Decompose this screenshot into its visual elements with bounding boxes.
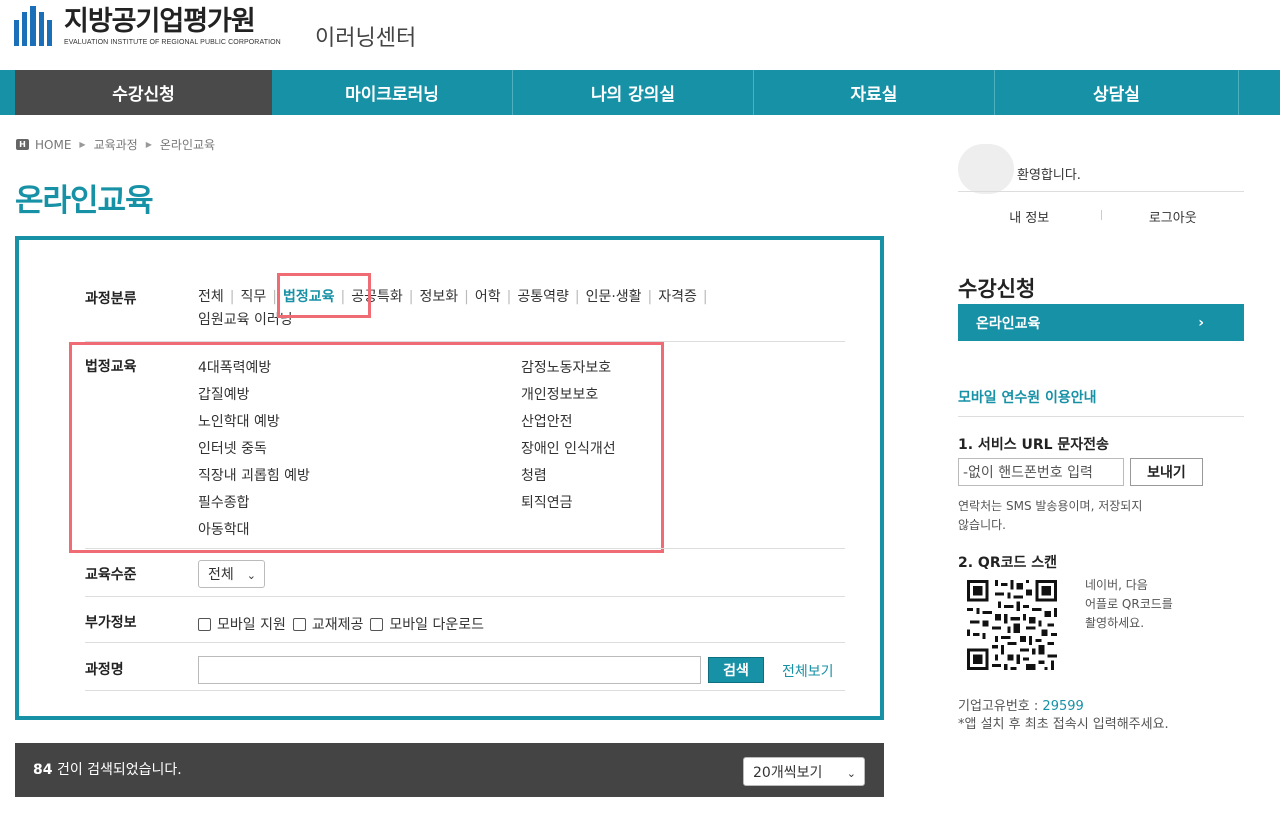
logo-title: 지방공기업평가원 xyxy=(64,6,256,37)
sms-note-line: 연락처는 SMS 발송용이며, 저장되지 xyxy=(958,499,1143,513)
extra-info-label: 부가정보 xyxy=(85,615,137,631)
level-label: 교육수준 xyxy=(85,567,137,583)
course-name-input[interactable] xyxy=(198,656,701,684)
page-size-select[interactable]: 20개씩보기 ⌄ xyxy=(743,757,865,786)
level-select[interactable]: 전체 ⌄ xyxy=(198,560,265,588)
sidebar-item-online[interactable]: 온라인교육 › xyxy=(958,304,1244,341)
site-logo[interactable]: 지방공기업평가원 EVALUATION INSTITUTE OF REGIONA… xyxy=(14,6,281,48)
corp-id-info: 기업고유번호 : 29599 *앱 설치 후 최초 접속시 입력해주세요. xyxy=(958,698,1169,734)
sms-note-line: 않습니다. xyxy=(958,518,1006,532)
step-qr-title: 2. QR코드 스캔 xyxy=(958,555,1058,571)
result-bar: 84 건이 검색되었습니다. 20개씩보기 ⌄ xyxy=(15,743,884,797)
chevron-down-icon: ⌄ xyxy=(846,766,856,780)
nav-item-enroll[interactable]: 수강신청 xyxy=(15,70,272,115)
nav-item-my-classroom[interactable]: 나의 강의실 xyxy=(513,70,754,115)
qr-code-icon xyxy=(967,580,1057,670)
result-count: 84 xyxy=(33,762,53,778)
view-all-link[interactable]: 전체보기 xyxy=(782,661,834,681)
breadcrumb-home[interactable]: HOME xyxy=(35,138,71,152)
sidebar-item-label: 온라인교육 xyxy=(976,315,1041,332)
nav-item-micro-learning[interactable]: 마이크로러닝 xyxy=(272,70,513,115)
textbook-checkbox[interactable] xyxy=(292,617,306,631)
extra-options: 모바일 지원 교재제공 모바일 다운로드 xyxy=(198,614,491,634)
divider xyxy=(958,416,1244,417)
category-job[interactable]: 직무 xyxy=(240,289,266,305)
chevron-right-icon: ▶ xyxy=(79,140,86,149)
course-name-label: 과정명 xyxy=(85,662,124,678)
user-links: 내 정보 로그아웃 xyxy=(958,207,1244,226)
step-url-title: 1. 서비스 URL 문자전송 xyxy=(958,437,1109,453)
category-it[interactable]: 정보화 xyxy=(419,289,458,305)
result-count-text: 84 건이 검색되었습니다. xyxy=(33,759,182,779)
highlight-box-category xyxy=(277,273,371,318)
category-common[interactable]: 공통역량 xyxy=(517,289,569,305)
qr-note-line: 촬영하세요. xyxy=(1085,616,1145,630)
logo-mark-icon xyxy=(14,6,54,48)
search-button[interactable]: 검색 xyxy=(708,657,764,683)
my-info-link[interactable]: 내 정보 xyxy=(958,207,1101,226)
corp-id-number: 29599 xyxy=(1042,699,1084,714)
avatar xyxy=(958,144,1014,194)
highlight-box-subcategory xyxy=(69,342,664,553)
logo-subtitle-en: EVALUATION INSTITUTE OF REGIONAL PUBLIC … xyxy=(64,39,281,46)
mobile-support-checkbox[interactable] xyxy=(198,617,211,631)
divider xyxy=(85,596,845,597)
breadcrumb: H HOME ▶ 교육과정 ▶ 온라인교육 xyxy=(16,136,215,153)
site-header: 지방공기업평가원 EVALUATION INSTITUTE OF REGIONA… xyxy=(0,0,1280,70)
chevron-right-icon: ▶ xyxy=(145,140,152,149)
result-count-suffix: 건이 검색되었습니다. xyxy=(56,762,182,778)
mobile-guide-title[interactable]: 모바일 연수원 이용안내 xyxy=(958,387,1097,407)
level-select-value: 전체 xyxy=(208,567,234,583)
breadcrumb-online[interactable]: 온라인교육 xyxy=(160,136,215,153)
main-nav: 수강신청 마이크로러닝 나의 강의실 자료실 상담실 xyxy=(0,70,1280,115)
category-label: 과정분류 xyxy=(85,291,137,307)
divider xyxy=(958,191,1244,192)
page-title: 온라인교육 xyxy=(15,183,154,219)
search-panel: 과정분류 전체 | 직무 | 법정교육 | 공공특화 | 정보화 | 어학 | 공통역량 | 인문·생활 | 자… xyxy=(15,236,884,720)
page-size-value: 20개씩보기 xyxy=(753,764,823,781)
mobile-support-label[interactable]: 모바일 지원 xyxy=(217,614,286,634)
mobile-download-label[interactable]: 모바일 다운로드 xyxy=(389,614,484,634)
send-button[interactable]: 보내기 xyxy=(1130,458,1203,486)
phone-input[interactable]: -없이 핸드폰번호 입력 xyxy=(958,458,1124,486)
qr-note-line: 네이버, 다음 xyxy=(1085,578,1148,592)
divider xyxy=(85,642,845,643)
elearning-center-title: 이러닝센터 xyxy=(315,26,417,51)
corp-id-label: 기업고유번호 : xyxy=(958,699,1039,714)
category-language[interactable]: 어학 xyxy=(475,289,501,305)
qr-note: 네이버, 다음 어플로 QR코드를 촬영하세요. xyxy=(1085,576,1173,633)
textbook-label[interactable]: 교재제공 xyxy=(312,614,364,634)
breadcrumb-courses[interactable]: 교육과정 xyxy=(94,136,138,153)
corp-id-note: *앱 설치 후 최초 접속시 입력해주세요. xyxy=(958,717,1169,732)
sidebar-heading: 수강신청 xyxy=(958,277,1036,301)
chevron-down-icon: ⌄ xyxy=(246,569,256,582)
welcome-text: 환영합니다. xyxy=(1017,168,1081,183)
logout-link[interactable]: 로그아웃 xyxy=(1102,207,1245,226)
sms-note: 연락처는 SMS 발송용이며, 저장되지 않습니다. xyxy=(958,497,1142,535)
nav-item-consultation[interactable]: 상담실 xyxy=(995,70,1239,115)
home-icon[interactable]: H xyxy=(16,139,29,150)
divider xyxy=(85,548,845,549)
mobile-download-checkbox[interactable] xyxy=(370,617,384,631)
chevron-right-icon: › xyxy=(1198,314,1204,331)
divider xyxy=(85,690,845,691)
qr-note-line: 어플로 QR코드를 xyxy=(1085,597,1173,611)
category-all[interactable]: 전체 xyxy=(198,289,224,305)
nav-item-resources[interactable]: 자료실 xyxy=(754,70,995,115)
category-certificate[interactable]: 자격증 xyxy=(658,289,697,305)
category-humanities[interactable]: 인문·생활 xyxy=(586,289,642,305)
